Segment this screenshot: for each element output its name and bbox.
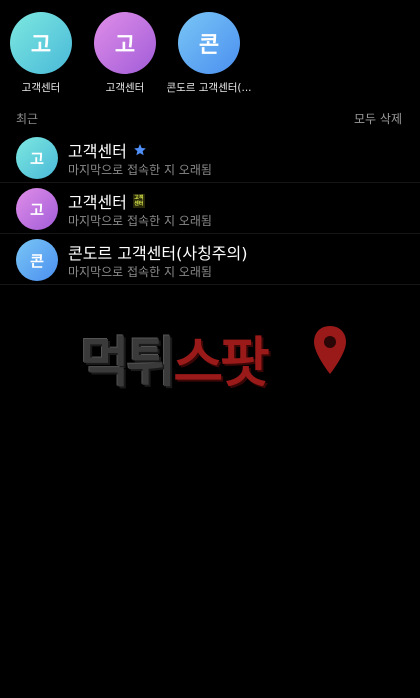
section-title: 최근 [16, 112, 39, 126]
top-contact-3[interactable]: 콘 콘도르 고객센터(... [161, 12, 257, 95]
list-item[interactable]: 고 고객센터 고객 센터 마지막으로 접속한 지 오래됨 [0, 183, 420, 234]
contact-name: 고객센터 [105, 82, 145, 94]
delete-all-button[interactable]: 모두 삭제 [354, 110, 402, 127]
avatar-initial: 콘 [198, 33, 220, 58]
contact-name: 콘도르 고객센터(사칭주의) [68, 244, 248, 263]
avatar: 고 [16, 188, 58, 230]
contact-name-line: 고객센터 고객 센터 [68, 189, 145, 213]
star-icon [134, 144, 146, 156]
contact-name: 고객센터 [68, 193, 127, 212]
avatar: 고 [16, 137, 58, 179]
avatar-initial: 콘 [30, 251, 44, 270]
contact-name: 콘도르 고객센터(... [166, 82, 252, 94]
avatar-initial: 고 [30, 200, 44, 219]
avatar-initial: 고 [30, 149, 44, 168]
last-seen-status: 마지막으로 접속한 지 오래됨 [68, 265, 212, 279]
avatar-initial: 고 [30, 33, 52, 58]
top-contacts-row: 고 고객센터 고 고객센터 콘 콘도르 고객센터(... [0, 12, 420, 98]
contact-name-line: 콘도르 고객센터(사칭주의) [68, 240, 248, 264]
avatar: 콘 [16, 239, 58, 281]
avatar: 콘 [178, 12, 240, 74]
list-item[interactable]: 콘 콘도르 고객센터(사칭주의) 마지막으로 접속한 지 오래됨 [0, 234, 420, 285]
watermark-logo: 먹튀스팟 [80, 318, 350, 394]
recent-list: 고 고객센터 마지막으로 접속한 지 오래됨 고 고객센터 고객 센터 마지막으… [0, 132, 420, 285]
list-item[interactable]: 고 고객센터 마지막으로 접속한 지 오래됨 [0, 132, 420, 183]
top-contact-1[interactable]: 고 고객센터 [0, 12, 89, 95]
logo-text: 먹튀스팟 [80, 318, 270, 397]
avatar: 고 [94, 12, 156, 74]
contact-name: 고객센터 [21, 82, 61, 94]
small-logo-icon: 고객 센터 [132, 194, 145, 208]
logo-text-part1: 먹튀 [80, 331, 176, 394]
recent-section-header: 최근 모두 삭제 [0, 108, 420, 128]
avatar: 고 [10, 12, 72, 74]
location-pin-icon [314, 326, 346, 374]
top-contact-2[interactable]: 고 고객센터 [77, 12, 173, 95]
last-seen-status: 마지막으로 접속한 지 오래됨 [68, 163, 212, 177]
avatar-initial: 고 [114, 33, 136, 58]
contact-name: 고객센터 [68, 142, 127, 161]
contact-name-line: 고객센터 [68, 138, 147, 162]
logo-text-part2: 스팟 [173, 331, 269, 394]
last-seen-status: 마지막으로 접속한 지 오래됨 [68, 214, 212, 228]
